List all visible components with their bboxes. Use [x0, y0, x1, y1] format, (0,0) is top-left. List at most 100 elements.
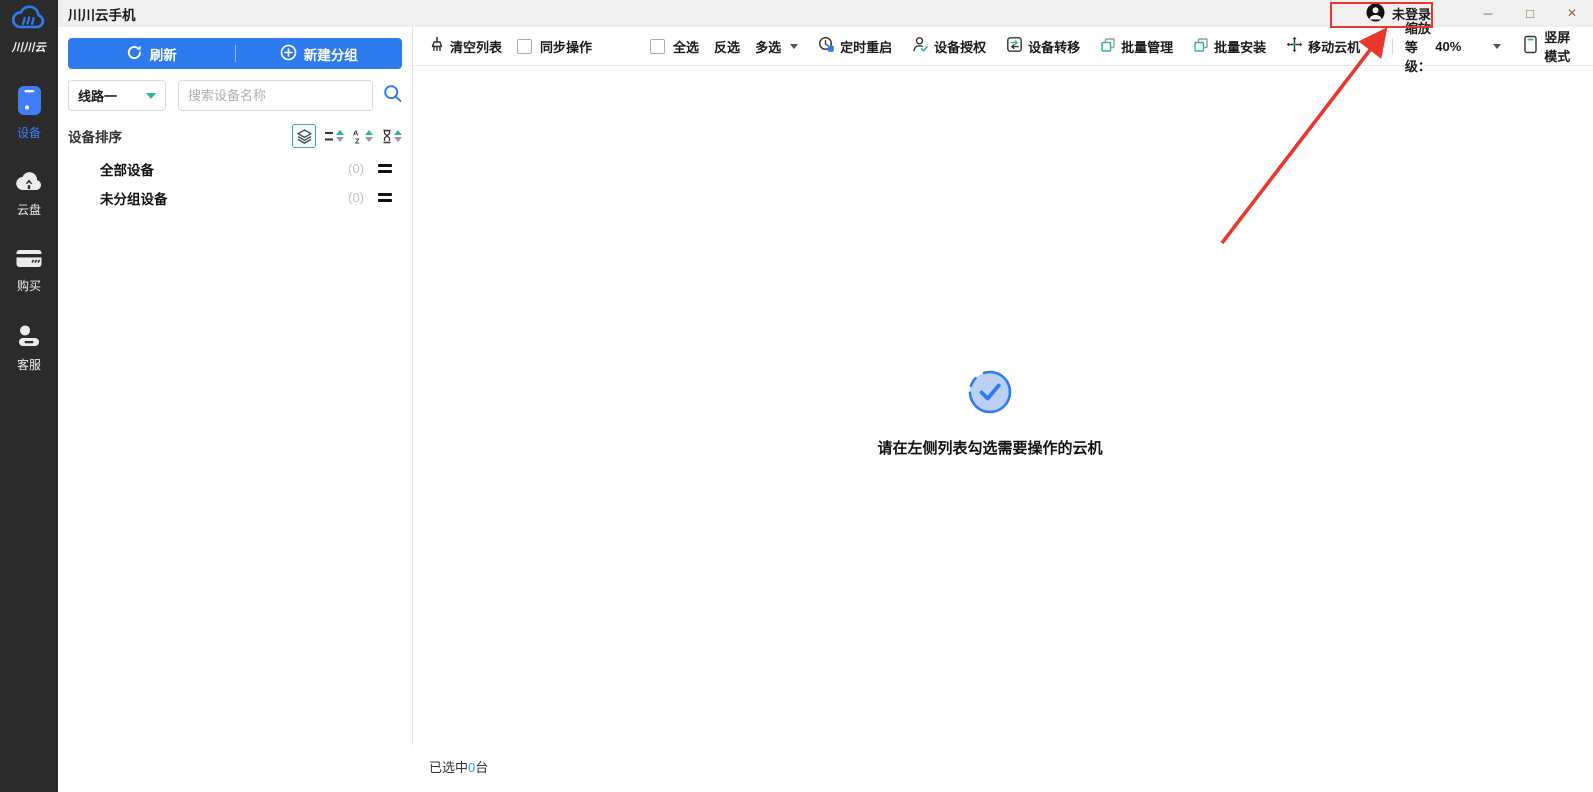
search-box [178, 80, 373, 111]
empty-state-text: 请在左侧列表勾选需要操作的云机 [877, 440, 1103, 457]
toolbar-separator [1392, 38, 1393, 54]
sidebar-item-label: 购买 [16, 279, 41, 293]
sort-by-time-button[interactable] [382, 129, 402, 144]
chevron-down-icon [146, 92, 156, 99]
select-all-toggle[interactable]: 全选 [650, 37, 699, 56]
logo-text: 川川云 [11, 42, 47, 54]
device-auth-button[interactable]: 设备授权 [912, 36, 986, 56]
refresh-label: 刷新 [149, 47, 177, 63]
timed-restart-label: 定时重启 [840, 39, 893, 55]
zoom-level-label: 缩放等级： [1404, 20, 1431, 74]
line-select-value: 线路一 [78, 89, 118, 104]
sort-by-group-button[interactable] [292, 124, 316, 148]
timed-restart-button[interactable]: 定时重启 [818, 36, 892, 56]
search-input[interactable] [188, 88, 363, 103]
sort-arrows-icon [365, 130, 373, 142]
plus-circle-icon [280, 44, 297, 64]
sidebar-item-label: 云盘 [16, 203, 41, 217]
zoom-level-dropdown[interactable]: 缩放等级： 40% [1404, 18, 1502, 75]
selection-status: 已选中0台 [429, 757, 488, 776]
list-lines-icon [325, 131, 333, 140]
device-group-panel: 刷新 新建分组 线路一 设备排序 [58, 27, 412, 792]
svg-text:Z: Z [355, 136, 360, 144]
sync-operation-toggle[interactable]: 同步操作 [517, 37, 592, 56]
sync-operation-label: 同步操作 [540, 39, 593, 55]
portrait-mode-label: 竖屏模式 [1544, 30, 1571, 64]
device-transfer-button[interactable]: 设备转移 [1006, 36, 1080, 56]
status-suffix: 台 [475, 760, 489, 775]
zoom-level-value: 40% [1435, 38, 1462, 54]
multi-select-label: 多选 [755, 39, 782, 55]
device-auth-label: 设备授权 [934, 39, 987, 55]
refresh-button[interactable]: 刷新 [68, 38, 235, 69]
move-cloud-button[interactable]: 移动云机 [1286, 36, 1360, 56]
bank-card-icon [15, 248, 43, 274]
chevron-down-icon[interactable] [790, 43, 799, 49]
phone-icon [16, 85, 43, 121]
clock-icon [818, 36, 835, 56]
group-row-ungrouped[interactable]: 未分组设备 (0) [58, 183, 412, 212]
phone-outline-icon [1523, 35, 1538, 57]
titlebar: 川川云手机 未登录 ─ □ ✕ [58, 0, 1593, 27]
hourglass-icon [383, 129, 391, 143]
app-title: 川川云手机 [68, 7, 136, 23]
panel-action-bar: 刷新 新建分组 [68, 38, 402, 69]
clear-list-button[interactable]: 清空列表 [429, 36, 502, 56]
multi-select-dropdown[interactable]: 多选 [755, 37, 799, 56]
broom-icon [429, 36, 445, 56]
main-content: 请在左侧列表勾选需要操作的云机 已选中0台 [413, 66, 1593, 792]
move-arrows-icon [1286, 36, 1303, 56]
sort-arrows-icon [394, 130, 402, 142]
batch-install-button[interactable]: 批量安装 [1193, 37, 1266, 56]
magnifier-icon[interactable] [383, 84, 403, 109]
cloud-logo-icon [10, 5, 48, 38]
invert-selection-button[interactable]: 反选 [714, 37, 740, 56]
app-logo: 川川云 [0, 0, 58, 55]
group-menu-icon[interactable] [378, 164, 392, 173]
refresh-circle-icon [126, 44, 143, 64]
new-group-button[interactable]: 新建分组 [236, 38, 403, 69]
layers-icon [296, 128, 312, 144]
sidebar-item-support[interactable]: 客服 [0, 324, 58, 373]
sort-title: 设备排序 [68, 130, 122, 145]
check-circle-icon [967, 369, 1013, 420]
customer-service-icon [16, 324, 42, 353]
copy-icon [1193, 37, 1209, 56]
group-count: (0) [348, 190, 364, 205]
group-row-all-devices[interactable]: 全部设备 (0) [58, 154, 412, 183]
sidebar-item-label: 设备 [16, 126, 41, 140]
copy-icon [1100, 37, 1116, 56]
device-sort-row: 设备排序 A Z [68, 123, 402, 149]
empty-state: 请在左侧列表勾选需要操作的云机 [400, 369, 1580, 458]
sidebar-item-buy[interactable]: 购买 [0, 248, 58, 294]
clear-list-label: 清空列表 [450, 39, 503, 55]
move-cloud-label: 移动云机 [1308, 39, 1361, 55]
status-prefix: 已选中 [429, 760, 469, 775]
action-toolbar: 清空列表 同步操作 全选 反选 多选 定时重启 设备授权 设备转移 批量管理 批… [413, 21, 1593, 74]
chevron-down-icon[interactable] [1493, 43, 1502, 49]
select-all-checkbox[interactable] [650, 38, 666, 54]
cloud-upload-icon [15, 171, 43, 198]
sort-by-name-button[interactable]: A Z [353, 129, 373, 144]
sidebar-item-label: 客服 [16, 358, 41, 372]
new-group-label: 新建分组 [303, 47, 358, 63]
device-transfer-label: 设备转移 [1028, 39, 1081, 55]
sync-operation-checkbox[interactable] [517, 38, 533, 54]
sidebar-item-cloud-disk[interactable]: 云盘 [0, 171, 58, 218]
batch-install-label: 批量安装 [1214, 39, 1267, 55]
group-count: (0) [348, 161, 364, 176]
sort-arrows-icon [336, 130, 344, 142]
group-name: 全部设备 [100, 162, 154, 178]
select-all-label: 全选 [673, 39, 700, 55]
portrait-mode-button[interactable]: 竖屏模式 [1523, 27, 1577, 65]
group-name: 未分组设备 [100, 191, 168, 207]
invert-selection-label: 反选 [714, 39, 741, 55]
sidebar-item-devices[interactable]: 设备 [0, 85, 58, 141]
app-sidebar: 川川云 设备 云盘 购买 客服 [0, 0, 58, 792]
line-select-dropdown[interactable]: 线路一 [68, 80, 166, 111]
group-menu-icon[interactable] [378, 193, 392, 202]
a-z-icon: A Z [353, 129, 360, 144]
batch-manage-button[interactable]: 批量管理 [1100, 37, 1173, 56]
sort-by-list-button[interactable] [325, 130, 344, 143]
swap-box-icon [1006, 36, 1023, 56]
